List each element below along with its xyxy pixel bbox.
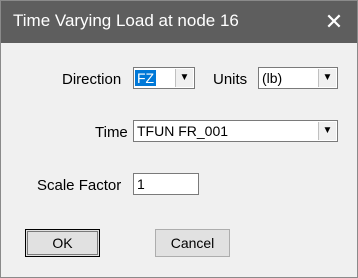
scale-factor-label: Scale Factor xyxy=(37,177,122,194)
chevron-down-icon[interactable]: ▼ xyxy=(318,69,336,87)
time-select[interactable]: TFUN FR_001 ▼ xyxy=(133,120,338,142)
close-icon[interactable]: ✕ xyxy=(311,1,357,43)
scale-factor-value: 1 xyxy=(137,176,145,192)
chevron-down-icon[interactable]: ▼ xyxy=(318,122,336,140)
units-label: Units xyxy=(213,71,248,88)
direction-select[interactable]: FZ ▼ xyxy=(133,67,195,89)
units-value: (lb) xyxy=(262,70,283,86)
dialog-window: Time Varying Load at node 16 ✕ Direction… xyxy=(0,0,358,278)
window-title: Time Varying Load at node 16 xyxy=(13,11,239,30)
time-value: TFUN FR_001 xyxy=(137,123,229,139)
direction-value: FZ xyxy=(135,70,157,86)
time-label: Time xyxy=(95,124,128,141)
direction-label: Direction xyxy=(62,71,122,88)
chevron-down-icon[interactable]: ▼ xyxy=(175,69,193,87)
ok-button[interactable]: OK xyxy=(25,229,100,257)
title-bar[interactable]: Time Varying Load at node 16 ✕ xyxy=(1,1,357,43)
units-select[interactable]: (lb) ▼ xyxy=(258,67,338,89)
scale-factor-input[interactable]: 1 xyxy=(133,173,199,195)
cancel-button[interactable]: Cancel xyxy=(155,229,230,257)
